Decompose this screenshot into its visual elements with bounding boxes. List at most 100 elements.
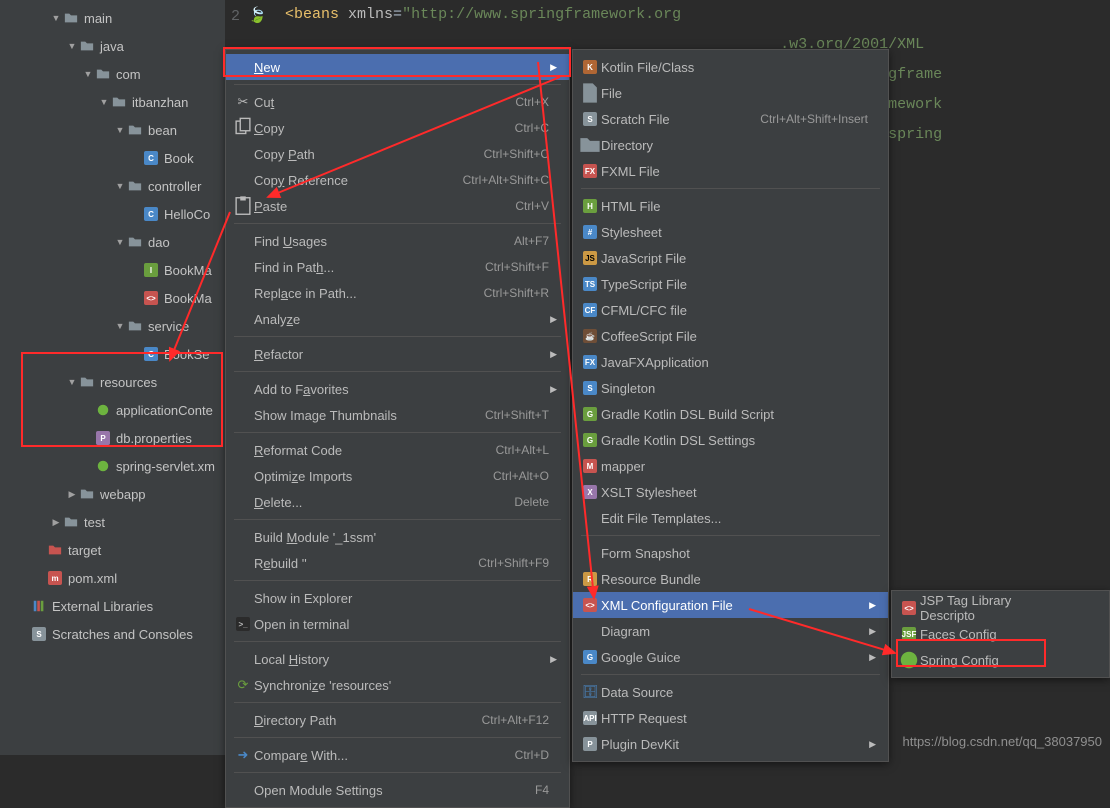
expand-arrow-icon[interactable]: ▶ (66, 489, 78, 500)
expand-arrow-icon[interactable]: ▼ (114, 237, 126, 247)
tree-item-test[interactable]: ▶ test (0, 508, 225, 536)
menu-item-cut[interactable]: ✂ Cut Ctrl+X (226, 89, 569, 115)
menu-item-typescript-file[interactable]: TS TypeScript File (573, 271, 888, 297)
menu-item-local-history[interactable]: Local History ▶ (226, 646, 569, 672)
expand-arrow-icon[interactable]: ▼ (82, 69, 94, 79)
tree-item-external-libraries[interactable]: External Libraries (0, 592, 225, 620)
menu-item-label: Form Snapshot (601, 546, 868, 561)
menu-item-scratch-file[interactable]: S Scratch File Ctrl+Alt+Shift+Insert (573, 106, 888, 132)
tree-item-scratches-and-consoles[interactable]: S Scratches and Consoles (0, 620, 225, 648)
tree-item-spring-servlet-xm[interactable]: spring-servlet.xm (0, 452, 225, 480)
tree-item-bean[interactable]: ▼ bean (0, 116, 225, 144)
menu-item-synchronize-resources[interactable]: ⟳ Synchronize 'resources' (226, 672, 569, 698)
menu-item-reformat-code[interactable]: Reformat Code Ctrl+Alt+L (226, 437, 569, 463)
menu-separator (581, 674, 880, 675)
menu-item-find-in-path[interactable]: Find in Path... Ctrl+Shift+F (226, 254, 569, 280)
menu-item-gradle-kotlin-dsl-build-script[interactable]: G Gradle Kotlin DSL Build Script (573, 401, 888, 427)
menu-item-singleton[interactable]: S Singleton (573, 375, 888, 401)
menu-item-faces-config[interactable]: JSF Faces Config (892, 621, 1109, 647)
menu-item-build-module-1ssm[interactable]: Build Module '_1ssm' (226, 524, 569, 550)
menu-item-edit-file-templates[interactable]: Edit File Templates... (573, 505, 888, 531)
tree-item-service[interactable]: ▼ service (0, 312, 225, 340)
menu-item-optimize-imports[interactable]: Optimize Imports Ctrl+Alt+O (226, 463, 569, 489)
tree-item-bookma[interactable]: <> BookMa (0, 284, 225, 312)
menu-item-xslt-stylesheet[interactable]: X XSLT Stylesheet (573, 479, 888, 505)
menu-item-compare-with[interactable]: ➜ Compare With... Ctrl+D (226, 742, 569, 768)
menu-item-label: Plugin DevKit (601, 737, 868, 752)
expand-arrow-icon[interactable]: ▼ (114, 125, 126, 135)
menu-item-resource-bundle[interactable]: R Resource Bundle (573, 566, 888, 592)
tree-item-book[interactable]: C Book (0, 144, 225, 172)
menu-item-label: mapper (601, 459, 868, 474)
menu-item-javascript-file[interactable]: JS JavaScript File (573, 245, 888, 271)
menu-item-paste[interactable]: Paste Ctrl+V (226, 193, 569, 219)
menu-item-file[interactable]: File (573, 80, 888, 106)
new-submenu[interactable]: K Kotlin File/Class File S Scratch File … (572, 49, 889, 762)
expand-arrow-icon[interactable]: ▼ (66, 41, 78, 51)
tree-item-label: applicationConte (116, 403, 213, 418)
menu-item-copy-path[interactable]: Copy Path Ctrl+Shift+C (226, 141, 569, 167)
menu-item-gradle-kotlin-dsl-settings[interactable]: G Gradle Kotlin DSL Settings (573, 427, 888, 453)
tree-item-controller[interactable]: ▼ controller (0, 172, 225, 200)
tree-item-applicationconte[interactable]: applicationConte (0, 396, 225, 424)
menu-item-find-usages[interactable]: Find Usages Alt+F7 (226, 228, 569, 254)
menu-item-javafxapplication[interactable]: FX JavaFXApplication (573, 349, 888, 375)
menu-item-label: Optimize Imports (254, 469, 493, 484)
menu-item-add-to-favorites[interactable]: Add to Favorites ▶ (226, 376, 569, 402)
menu-item-analyze[interactable]: Analyze ▶ (226, 306, 569, 332)
tree-item-java[interactable]: ▼ java (0, 32, 225, 60)
menu-item-stylesheet[interactable]: # Stylesheet (573, 219, 888, 245)
menu-item-show-in-explorer[interactable]: Show in Explorer (226, 585, 569, 611)
menu-item-cfml-cfc-file[interactable]: CF CFML/CFC file (573, 297, 888, 323)
menu-item-open-in-terminal[interactable]: >_ Open in terminal (226, 611, 569, 637)
menu-item-http-request[interactable]: API HTTP Request (573, 705, 888, 731)
tree-item-com[interactable]: ▼ com (0, 60, 225, 88)
menu-item-open-module-settings[interactable]: Open Module Settings F4 (226, 777, 569, 803)
tree-item-main[interactable]: ▼ main (0, 4, 225, 32)
menu-item-directory-path[interactable]: Directory Path Ctrl+Alt+F12 (226, 707, 569, 733)
tree-item-db-properties[interactable]: P db.properties (0, 424, 225, 452)
menu-item-new[interactable]: New ▶ (226, 54, 569, 80)
menu-item-form-snapshot[interactable]: Form Snapshot (573, 540, 888, 566)
menu-item-rebuild[interactable]: Rebuild '' Ctrl+Shift+F9 (226, 550, 569, 576)
tree-item-bookma[interactable]: I BookMa (0, 256, 225, 284)
expand-arrow-icon[interactable]: ▶ (50, 517, 62, 528)
menu-item-diagram[interactable]: Diagram ▶ (573, 618, 888, 644)
menu-item-plugin-devkit[interactable]: P Plugin DevKit ▶ (573, 731, 888, 757)
context-menu[interactable]: New ▶ ✂ Cut Ctrl+X Copy Ctrl+C Copy Path … (225, 49, 570, 808)
menu-item-kotlin-file-class[interactable]: K Kotlin File/Class (573, 54, 888, 80)
menu-item-mapper[interactable]: M mapper (573, 453, 888, 479)
menu-item-xml-configuration-file[interactable]: <> XML Configuration File ▶ (573, 592, 888, 618)
expand-arrow-icon[interactable]: ▼ (114, 321, 126, 331)
menu-item-show-image-thumbnails[interactable]: Show Image Thumbnails Ctrl+Shift+T (226, 402, 569, 428)
menu-item-directory[interactable]: Directory (573, 132, 888, 158)
menu-item-google-guice[interactable]: G Google Guice ▶ (573, 644, 888, 670)
tree-item-itbanzhan[interactable]: ▼ itbanzhan (0, 88, 225, 116)
tree-item-target[interactable]: target (0, 536, 225, 564)
expand-arrow-icon[interactable]: ▼ (114, 181, 126, 191)
menu-item-copy-reference[interactable]: Copy Reference Ctrl+Alt+Shift+C (226, 167, 569, 193)
tree-item-helloco[interactable]: C HelloCo (0, 200, 225, 228)
tree-item-label: BookSe (164, 347, 210, 362)
expand-arrow-icon[interactable]: ▼ (66, 377, 78, 387)
menu-item-replace-in-path[interactable]: Replace in Path... Ctrl+Shift+R (226, 280, 569, 306)
menu-item-data-source[interactable]: 🗄 Data Source (573, 679, 888, 705)
tree-item-resources[interactable]: ▼ resources (0, 368, 225, 396)
menu-item-spring-config[interactable]: Spring Config (892, 647, 1109, 673)
expand-arrow-icon[interactable]: ▼ (98, 97, 110, 107)
menu-item-html-file[interactable]: H HTML File (573, 193, 888, 219)
menu-item-jsp-tag-library-descripto[interactable]: <> JSP Tag Library Descripto (892, 595, 1109, 621)
menu-item-coffeescript-file[interactable]: ☕ CoffeeScript File (573, 323, 888, 349)
tree-item-bookse[interactable]: C BookSe (0, 340, 225, 368)
menu-item-copy[interactable]: Copy Ctrl+C (226, 115, 569, 141)
tree-item-dao[interactable]: ▼ dao (0, 228, 225, 256)
menu-item-fxml-file[interactable]: FX FXML File (573, 158, 888, 184)
menu-item-delete[interactable]: Delete... Delete (226, 489, 569, 515)
tree-item-pom-xml[interactable]: m pom.xml (0, 564, 225, 592)
expand-arrow-icon[interactable]: ▼ (50, 13, 62, 23)
submenu-arrow-icon: ▶ (549, 349, 557, 360)
menu-item-refactor[interactable]: Refactor ▶ (226, 341, 569, 367)
tree-item-webapp[interactable]: ▶ webapp (0, 480, 225, 508)
project-tree[interactable]: ▼ main▼ java▼ com▼ itbanzhan▼ bean C Boo… (0, 0, 225, 755)
xml-config-submenu[interactable]: <> JSP Tag Library Descripto JSF Faces C… (891, 590, 1110, 678)
